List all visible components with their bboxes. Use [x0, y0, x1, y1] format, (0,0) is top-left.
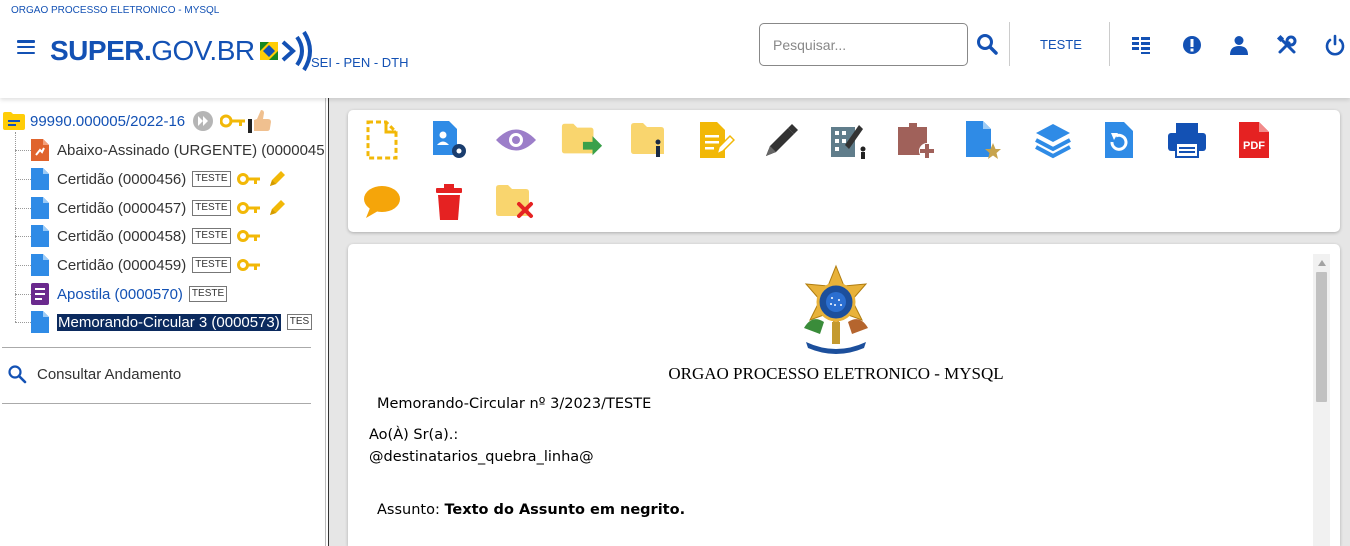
process-node[interactable]: 99990.000005/2022-16: [3, 108, 274, 134]
key-icon: [236, 230, 260, 242]
doc-icon: [31, 168, 49, 190]
grid-icon[interactable]: [1130, 34, 1152, 56]
sign-icon[interactable]: [760, 118, 804, 162]
pdf-icon[interactable]: PDF: [1232, 118, 1276, 162]
document-org-header: ORGAO PROCESSO ELETRONICO - MYSQL: [668, 364, 1004, 383]
system-subtitle: SEI - PEN - DTH: [311, 55, 409, 70]
marker-tag: TESTE: [192, 257, 231, 273]
marker-tag: TESTE: [192, 228, 231, 244]
document-viewer: ORGAO PROCESSO ELETRONICO - MYSQL Memora…: [348, 244, 1340, 546]
divider: [2, 403, 311, 404]
tree-document-item[interactable]: Certidão (0000457) TESTE: [15, 195, 287, 221]
process-settings-icon[interactable]: [427, 118, 471, 162]
scroll-thumb[interactable]: [1316, 272, 1327, 402]
marker-tag: TESTE: [188, 286, 228, 302]
document-title: Memorando-Circular nº 3/2023/TESTE: [377, 396, 652, 412]
coat-of-arms-icon: [804, 264, 868, 354]
close-process-icon[interactable]: [494, 180, 538, 224]
header-divider: [1109, 22, 1110, 66]
process-info-icon[interactable]: [627, 118, 671, 162]
addressee-line: Ao(À) Sr(a).:: [369, 427, 459, 443]
restore-icon[interactable]: [1098, 118, 1142, 162]
process-tree: 99990.000005/2022-16 Abaixo-Assinado (UR…: [0, 98, 324, 546]
delete-icon[interactable]: [427, 180, 471, 224]
document-content: ORGAO PROCESSO ELETRONICO - MYSQL Memora…: [348, 244, 1314, 546]
edit-document-icon[interactable]: [694, 118, 738, 162]
new-document-icon[interactable]: [360, 118, 404, 162]
svg-text:PDF: PDF: [1243, 140, 1265, 152]
tree-document-item[interactable]: Certidão (0000458) TESTE: [15, 223, 261, 249]
menu-icon[interactable]: [17, 40, 35, 54]
divider: [2, 347, 311, 348]
view-icon[interactable]: [494, 118, 538, 162]
add-block-icon[interactable]: [894, 118, 938, 162]
search-icon[interactable]: [976, 33, 998, 55]
tree-document-item[interactable]: Abaixo-Assinado (URGENTE) (0000045: [15, 137, 324, 163]
doc-icon: [31, 225, 49, 247]
org-name: ORGAO PROCESSO ELETRONICO - MYSQL: [11, 5, 220, 16]
marker-tag: TESTE: [192, 171, 231, 187]
tree-document-item[interactable]: Certidão (0000456) TESTE: [15, 166, 287, 192]
favorite-document-icon[interactable]: [961, 118, 1005, 162]
key-icon: [236, 259, 260, 271]
unit-selector[interactable]: TESTE: [1040, 37, 1082, 52]
signature-doc-icon: [31, 139, 49, 161]
process-number[interactable]: 99990.000005/2022-16: [30, 113, 185, 130]
hand-icon: [248, 110, 272, 133]
logo-mark-icon: [259, 30, 312, 72]
subject-line: Assunto: Texto do Assunto em negrito.: [377, 502, 686, 518]
send-process-icon[interactable]: [560, 118, 604, 162]
doc-icon: [31, 254, 49, 276]
search-input[interactable]: [759, 23, 968, 66]
alert-icon[interactable]: [1181, 34, 1203, 56]
layers-icon[interactable]: [1031, 118, 1075, 162]
pen-icon: [269, 200, 285, 215]
key-icon: [236, 202, 260, 214]
top-header: ORGAO PROCESSO ELETRONICO - MYSQL SUPER.…: [0, 0, 1350, 98]
search-icon: [8, 365, 27, 384]
doc-icon: [31, 311, 49, 333]
user-icon[interactable]: [1228, 34, 1250, 56]
tree-document-item-selected[interactable]: Memorando-Circular 3 (0000573) TES: [15, 309, 313, 335]
tree-document-item[interactable]: Certidão (0000459) TESTE: [15, 252, 261, 278]
block-sign-icon[interactable]: [827, 118, 871, 162]
tools-icon[interactable]: [1276, 34, 1298, 56]
marker-tag: TES: [286, 314, 313, 330]
document-toolbar: PDF: [348, 110, 1340, 232]
form-doc-icon: [31, 283, 49, 305]
power-icon[interactable]: [1324, 34, 1346, 56]
forward-icon[interactable]: [192, 110, 214, 132]
key-icon: [220, 114, 246, 128]
pen-icon: [269, 171, 285, 186]
tree-document-item[interactable]: Apostila (0000570) TESTE: [15, 281, 228, 307]
scroll-up-arrow[interactable]: [1313, 254, 1330, 271]
comment-icon[interactable]: [360, 180, 404, 224]
print-icon[interactable]: [1165, 118, 1209, 162]
vertical-scrollbar[interactable]: [1313, 254, 1330, 546]
key-icon: [236, 173, 260, 185]
recipients-placeholder: @destinatarios_quebra_linha@: [369, 449, 594, 465]
header-divider: [1009, 22, 1010, 66]
marker-tag: TESTE: [192, 200, 231, 216]
doc-icon: [31, 197, 49, 219]
super-govbr-logo[interactable]: SUPER.GOV.BR: [50, 26, 317, 76]
folder-icon: [3, 112, 25, 130]
consult-progress-link[interactable]: Consultar Andamento: [7, 364, 181, 384]
